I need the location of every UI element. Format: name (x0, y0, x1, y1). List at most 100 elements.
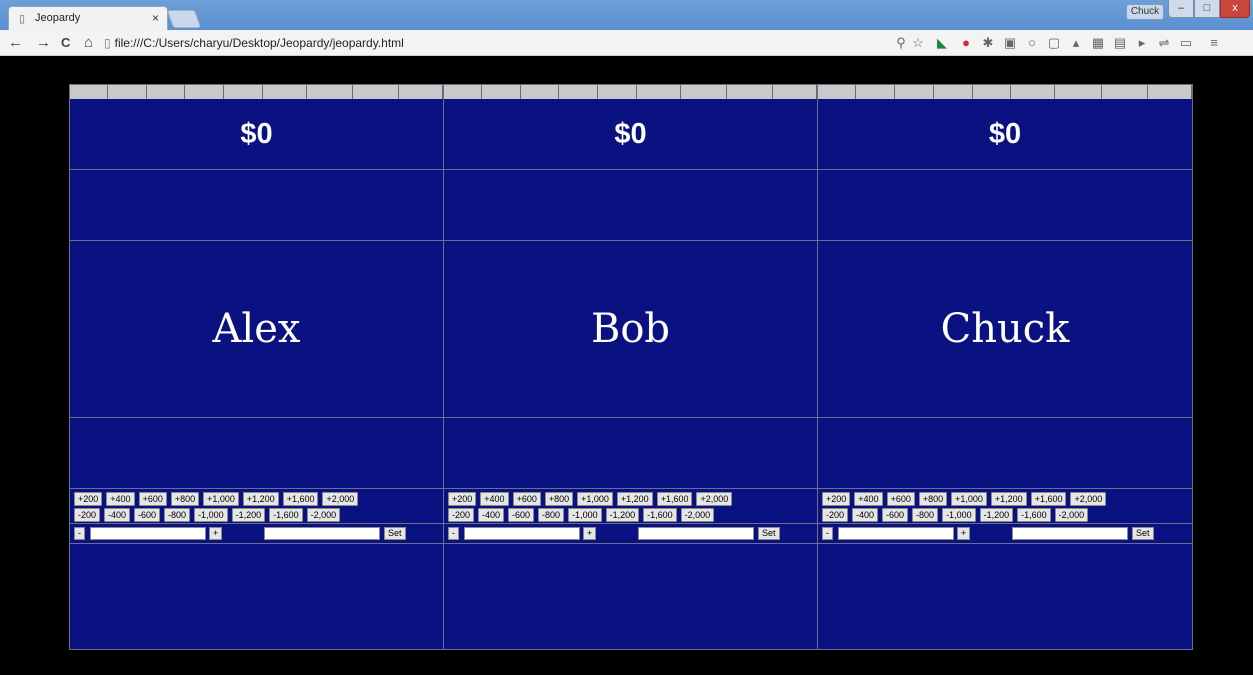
bookmark-star-icon[interactable]: ☆ (910, 35, 926, 51)
maximize-button[interactable]: □ (1194, 0, 1220, 18)
amount-input[interactable] (90, 527, 206, 540)
subtract-points-button[interactable]: -2,000 (680, 508, 715, 522)
home-button[interactable]: ⌂ (84, 34, 93, 51)
subtract-points-button[interactable]: -1,000 (942, 508, 976, 522)
subtract-points-button[interactable]: -800 (912, 508, 939, 522)
buzzer-light (70, 85, 109, 99)
decrement-button[interactable]: - (74, 527, 85, 540)
cast-icon[interactable]: ▭ (1178, 35, 1194, 51)
subtract-points-button[interactable]: -2,000 (306, 508, 341, 522)
set-button[interactable]: Set (384, 527, 406, 540)
increment-button[interactable]: + (583, 527, 597, 540)
subtract-points-button[interactable]: -1,000 (568, 508, 602, 522)
decrement-button[interactable]: - (448, 527, 459, 540)
add-points-button[interactable]: +1,200 (990, 492, 1027, 506)
page-icon: ▯ (104, 36, 111, 50)
add-points-button[interactable]: +400 (480, 492, 509, 506)
add-points-button[interactable]: +400 (854, 492, 883, 506)
add-points-button[interactable]: +600 (138, 492, 167, 506)
subtract-points-button[interactable]: -800 (164, 508, 191, 522)
add-points-button[interactable]: +2,000 (696, 492, 733, 506)
subtract-points-button[interactable]: -400 (104, 508, 131, 522)
add-points-button[interactable]: +1,200 (242, 492, 279, 506)
subtract-points-button[interactable]: -200 (448, 508, 475, 522)
tab-close-button[interactable]: × (152, 11, 159, 25)
subtract-points-button[interactable]: -600 (134, 508, 161, 522)
new-tab-button[interactable] (166, 10, 202, 28)
subtract-points-button[interactable]: -1,600 (643, 508, 677, 522)
add-points-button[interactable]: +800 (918, 492, 948, 506)
forward-button[interactable]: → (36, 34, 51, 51)
subtract-points-button[interactable]: -600 (508, 508, 535, 522)
increment-button[interactable]: + (957, 527, 971, 540)
subtract-points-button[interactable]: -1,600 (1017, 508, 1051, 522)
subtract-points-button[interactable]: -400 (852, 508, 879, 522)
set-score-input[interactable] (1012, 527, 1128, 540)
add-points-button[interactable]: +1,600 (1030, 492, 1067, 506)
increment-button[interactable]: + (209, 527, 223, 540)
extension-icon[interactable]: ⇌ (1156, 35, 1172, 51)
extension-icon[interactable]: ▤ (1112, 35, 1128, 51)
add-points-button[interactable]: +800 (544, 492, 574, 506)
extension-icon[interactable]: ○ (1024, 35, 1040, 51)
minimize-button[interactable]: – (1168, 0, 1194, 18)
subtract-points-button[interactable]: -600 (882, 508, 909, 522)
decrement-button[interactable]: - (822, 527, 833, 540)
subtract-points-button[interactable]: -1,200 (605, 508, 640, 522)
add-points-button[interactable]: +1,000 (203, 492, 239, 506)
player-score: $0 (70, 99, 443, 170)
address-bar[interactable]: ▯ file:///C:/Users/charyu/Desktop/Jeopard… (104, 34, 884, 52)
extension-icon[interactable]: ◣ (934, 35, 950, 51)
extension-icon[interactable]: ▢ (1046, 35, 1062, 51)
add-points-button[interactable]: +1,000 (577, 492, 613, 506)
set-button[interactable]: Set (1132, 527, 1154, 540)
subtract-points-button[interactable]: -200 (822, 508, 849, 522)
back-button[interactable]: ← (8, 34, 23, 51)
add-points-button[interactable]: +200 (74, 492, 103, 506)
buzzer-light (398, 85, 444, 99)
subtract-points-button[interactable]: -200 (74, 508, 101, 522)
score-adjust-buttons: +200 +400 +600 +800 +1,000 +1,200 +1,600 +2,000… (818, 489, 1192, 524)
subtract-points-button[interactable]: -400 (478, 508, 505, 522)
subtract-points-button[interactable]: -2,000 (1054, 508, 1089, 522)
add-points-button[interactable]: +1,200 (616, 492, 653, 506)
subtract-points-button[interactable]: -800 (538, 508, 565, 522)
player-score: $0 (818, 99, 1192, 170)
subtract-points-button[interactable]: -1,000 (194, 508, 228, 522)
subtract-points-button[interactable]: -1,200 (979, 508, 1014, 522)
add-points-button[interactable]: +800 (170, 492, 200, 506)
add-points-button[interactable]: +600 (512, 492, 541, 506)
extension-icon[interactable]: ▦ (1090, 35, 1106, 51)
buzzer-lights (444, 85, 818, 99)
add-points-button[interactable]: +1,000 (951, 492, 987, 506)
set-button[interactable]: Set (758, 527, 780, 540)
add-points-button[interactable]: +200 (448, 492, 477, 506)
set-score-input[interactable] (638, 527, 754, 540)
subtract-points-button[interactable]: -1,600 (269, 508, 303, 522)
plus-button-row: +200 +400 +600 +800 +1,000 +1,200 +1,600 +2,000 (822, 492, 1192, 506)
extension-icon[interactable]: ▴ (1068, 35, 1084, 51)
buzzer-light (680, 85, 727, 99)
amount-input[interactable] (838, 527, 954, 540)
amount-input[interactable] (464, 527, 580, 540)
subtract-points-button[interactable]: -1,200 (231, 508, 266, 522)
extension-icon[interactable]: ● (958, 35, 974, 51)
add-points-button[interactable]: +200 (822, 492, 851, 506)
reload-button[interactable]: C (61, 35, 70, 50)
zoom-icon[interactable]: ⚲ (893, 35, 909, 51)
browser-tab[interactable]: ▯ Jeopardy × (8, 6, 168, 30)
set-score-input[interactable] (264, 527, 380, 540)
menu-icon[interactable]: ≡ (1206, 35, 1222, 51)
close-window-button[interactable]: x (1220, 0, 1250, 18)
add-points-button[interactable]: +400 (106, 492, 135, 506)
add-points-button[interactable]: +600 (886, 492, 915, 506)
add-points-button[interactable]: +1,600 (282, 492, 319, 506)
add-points-button[interactable]: +2,000 (322, 492, 359, 506)
add-points-button[interactable]: +2,000 (1070, 492, 1107, 506)
extension-icon[interactable]: ▣ (1002, 35, 1018, 51)
buzzer-light (306, 85, 353, 99)
profile-button[interactable]: Chuck (1126, 4, 1164, 20)
extension-icon[interactable]: ▸ (1134, 35, 1150, 51)
add-points-button[interactable]: +1,600 (656, 492, 693, 506)
extension-icon[interactable]: ✱ (980, 35, 996, 51)
